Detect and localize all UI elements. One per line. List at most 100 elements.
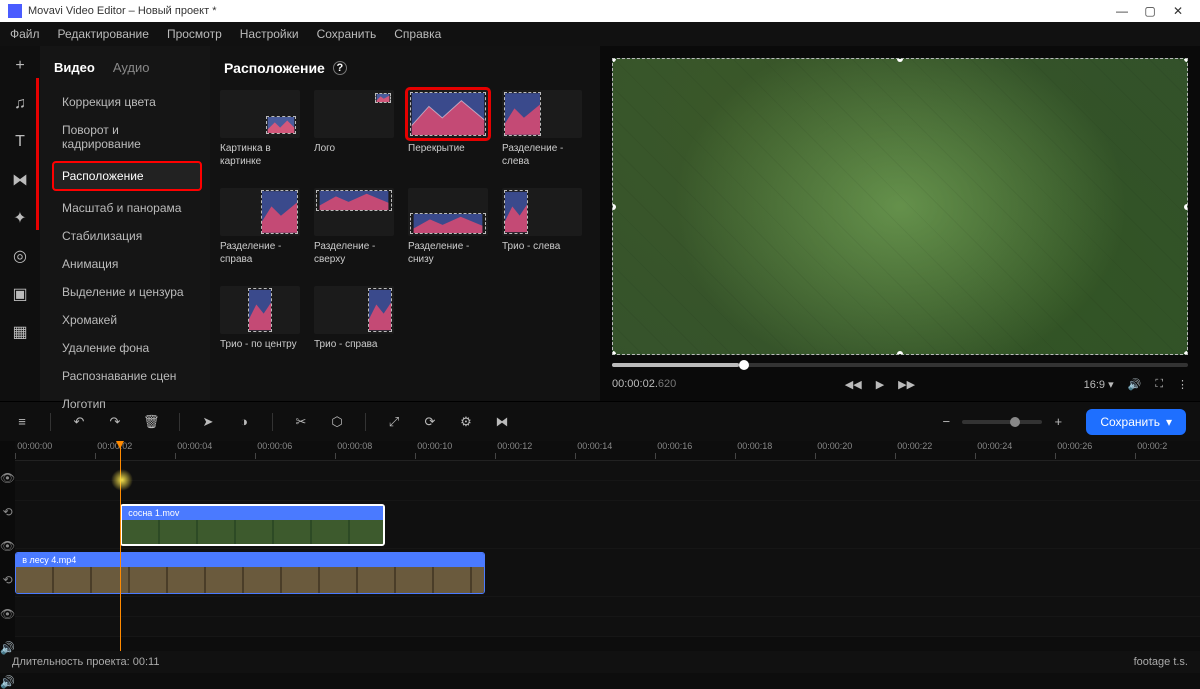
prev-frame-button[interactable]: ◀◀	[845, 378, 862, 391]
layout-item-pip[interactable]: Картинка в картинке	[220, 90, 300, 168]
lane-audio1[interactable]	[15, 597, 1200, 617]
category-item-position[interactable]: Расположение	[52, 161, 202, 191]
timeline-ruler[interactable]: 00:00:00 00:00:02 00:00:04 00:00:06 00:0…	[15, 441, 1200, 461]
tl-undo-icon[interactable]: ↶	[71, 414, 87, 430]
lane-video-overlay[interactable]: сосна 1.mov	[15, 501, 1200, 549]
menu-help[interactable]: Справка	[394, 27, 441, 41]
tl-redo-icon[interactable]: ↷	[107, 414, 123, 430]
save-button[interactable]: Сохранить▾	[1086, 409, 1186, 435]
tl-rotate-icon[interactable]: ⟳	[422, 414, 438, 430]
preview-more-icon[interactable]: ⋮	[1177, 378, 1188, 391]
category-item[interactable]: Распознавание сцен	[54, 367, 200, 385]
tool-text-icon[interactable]: T	[10, 132, 30, 152]
tl-properties-icon[interactable]: ≡	[14, 414, 30, 429]
layout-item-label: Трио - слева	[502, 240, 582, 266]
tool-music-icon[interactable]: ♫	[10, 94, 30, 114]
lane-audio2[interactable]	[15, 617, 1200, 637]
ruler-tick: 00:00:16	[655, 441, 735, 460]
zoom-slider[interactable]	[962, 420, 1042, 424]
tool-filter-icon[interactable]: ✦	[10, 208, 30, 228]
tl-transition-icon[interactable]: ⧓	[494, 414, 510, 430]
playhead[interactable]	[120, 441, 121, 651]
lane-overlay[interactable]	[15, 461, 1200, 481]
category-item[interactable]: Удаление фона	[54, 339, 200, 357]
fullscreen-icon[interactable]: ⛶	[1155, 378, 1163, 391]
layout-item-label: Разделение - снизу	[408, 240, 488, 266]
tab-video[interactable]: Видео	[54, 60, 95, 75]
menu-save[interactable]: Сохранить	[317, 27, 377, 41]
lane-link[interactable]	[15, 481, 1200, 501]
preview-scrubber[interactable]	[612, 355, 1188, 367]
layout-item-label: Перекрытие	[408, 142, 488, 168]
zoom-in-button[interactable]: +	[1050, 414, 1066, 429]
clip-label: в лесу 4.mp4	[16, 553, 484, 567]
zoom-out-button[interactable]: −	[938, 414, 954, 429]
category-item[interactable]: Анимация	[54, 255, 200, 273]
timeline-lanes[interactable]: 00:00:00 00:00:02 00:00:04 00:00:06 00:0…	[15, 441, 1200, 651]
layout-grid: Картинка в картинке Лого Перекрытие Разд…	[220, 90, 590, 364]
ruler-tick: 00:00:14	[575, 441, 655, 460]
ruler-tick: 00:00:24	[975, 441, 1055, 460]
layout-item-trio-left[interactable]: Трио - слева	[502, 188, 582, 266]
track-visibility-icon[interactable]: 👁	[0, 539, 15, 553]
window-minimize-button[interactable]: —	[1108, 4, 1136, 18]
window-maximize-button[interactable]: ▢	[1136, 4, 1164, 18]
menu-file[interactable]: Файл	[10, 27, 40, 41]
preview-canvas[interactable]	[612, 58, 1188, 355]
layout-item-split-bottom[interactable]: Разделение - снизу	[408, 188, 488, 266]
play-button[interactable]: ▶	[876, 378, 884, 391]
info-icon[interactable]: ?	[333, 61, 347, 75]
tool-more-icon[interactable]: ▦	[10, 322, 30, 342]
tool-add-icon[interactable]: +	[10, 56, 30, 76]
layout-item-split-right[interactable]: Разделение - справа	[220, 188, 300, 266]
layout-item-split-left[interactable]: Разделение - слева	[502, 90, 582, 168]
window-close-button[interactable]: ✕	[1164, 4, 1192, 18]
next-frame-button[interactable]: ▶▶	[898, 378, 915, 391]
category-item[interactable]: Коррекция цвета	[54, 93, 200, 111]
menu-settings[interactable]: Настройки	[240, 27, 299, 41]
tool-sidebar: + ♫ T ⧓ ✦ ◎ ▣ ▦	[0, 46, 40, 401]
main-area: + ♫ T ⧓ ✦ ◎ ▣ ▦ Видео Аудио Коррекция цв…	[0, 46, 1200, 401]
track-link-icon[interactable]: ⟲	[3, 505, 13, 519]
category-item[interactable]: Выделение и цензура	[54, 283, 200, 301]
clip-pine[interactable]: сосна 1.mov	[120, 504, 385, 546]
tl-crop-icon[interactable]: ⤢	[386, 414, 402, 430]
menu-edit[interactable]: Редактирование	[58, 27, 149, 41]
tl-cut-icon[interactable]: ✂	[293, 414, 309, 430]
project-duration: Длительность проекта: 00:11	[12, 656, 159, 668]
timecode: 00:00:02.620	[612, 378, 676, 390]
track-sound-icon[interactable]: 🔊	[0, 675, 15, 689]
layout-item-overlay[interactable]: Перекрытие	[408, 90, 488, 168]
tool-sticker-icon[interactable]: ▣	[10, 284, 30, 304]
layout-item-logo[interactable]: Лого	[314, 90, 394, 168]
layout-item-split-top[interactable]: Разделение - сверху	[314, 188, 394, 266]
menu-view[interactable]: Просмотр	[167, 27, 222, 41]
tl-select-icon[interactable]: ➤	[200, 414, 216, 430]
tool-transition-icon[interactable]: ⧓	[10, 170, 30, 190]
tl-delete-icon[interactable]: 🗑	[143, 414, 159, 430]
category-item[interactable]: Поворот и кадрирование	[54, 121, 200, 153]
category-item[interactable]: Логотип	[54, 395, 200, 413]
chevron-down-icon: ▾	[1166, 415, 1172, 429]
clip-forest[interactable]: в лесу 4.mp4	[15, 552, 485, 594]
category-item[interactable]: Масштаб и панорама	[54, 199, 200, 217]
tab-audio[interactable]: Аудио	[113, 60, 150, 75]
ruler-tick: 00:00:06	[255, 441, 335, 460]
window-title: Movavi Video Editor – Новый проект *	[28, 5, 217, 17]
layout-item-trio-center[interactable]: Трио - по центру	[220, 286, 300, 364]
tl-shield-icon[interactable]: ⬡	[329, 414, 345, 430]
tl-mask-icon[interactable]: ◑	[236, 414, 252, 429]
track-sound-icon[interactable]: 🔊	[0, 641, 15, 655]
timecode-ms: 620	[658, 378, 676, 390]
track-visibility-icon[interactable]: 👁	[0, 471, 15, 485]
category-item[interactable]: Хромакей	[54, 311, 200, 329]
volume-icon[interactable]: 🔊	[1128, 378, 1142, 391]
category-item[interactable]: Стабилизация	[54, 227, 200, 245]
aspect-ratio-dropdown[interactable]: 16:9 ▾	[1084, 378, 1114, 391]
track-link-icon[interactable]: ⟲	[3, 573, 13, 587]
layout-item-trio-right[interactable]: Трио - справа	[314, 286, 394, 364]
tool-record-icon[interactable]: ◎	[10, 246, 30, 266]
track-visibility-icon[interactable]: 👁	[0, 607, 15, 621]
lane-video-main[interactable]: в лесу 4.mp4	[15, 549, 1200, 597]
tl-adjust-icon[interactable]: ⚙	[458, 414, 474, 430]
